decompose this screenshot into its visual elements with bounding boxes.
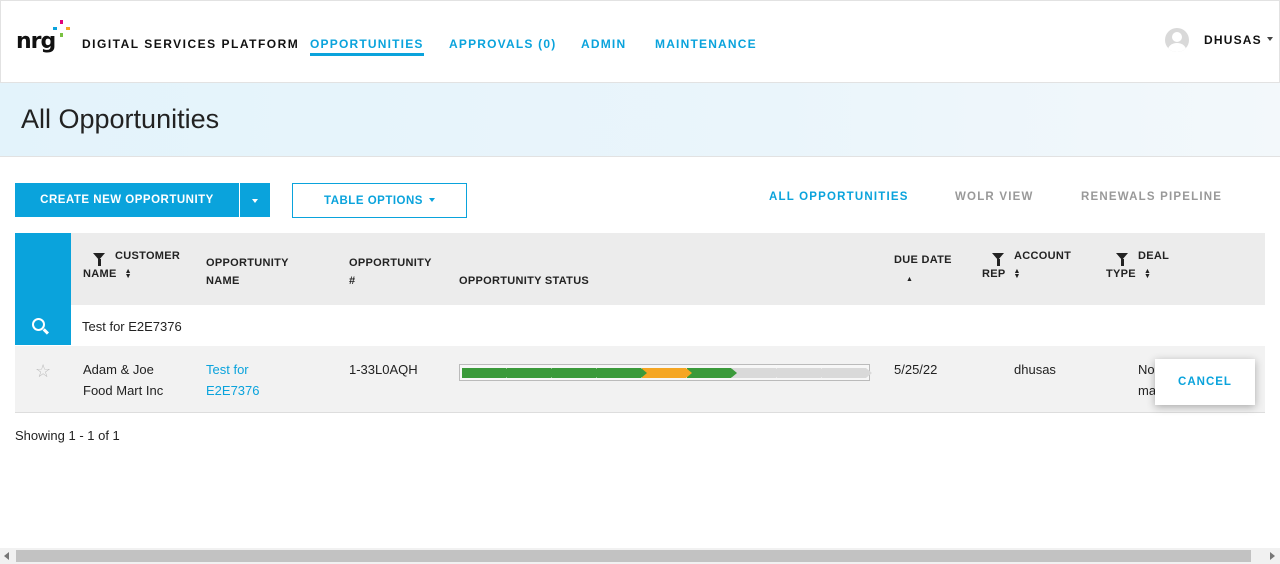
scroll-left-icon[interactable]	[4, 552, 9, 560]
column-opportunity-status[interactable]: OPPORTUNITY STATUS	[459, 272, 589, 290]
account-rep-cell: dhusas	[1014, 362, 1056, 377]
platform-name: DIGITAL SERVICES PLATFORM	[82, 37, 300, 51]
table-options-button[interactable]: TABLE OPTIONS	[292, 183, 467, 218]
deal-type-cell: No ma	[1138, 362, 1157, 398]
sort-asc-icon[interactable]: ▲	[906, 276, 913, 283]
opportunity-number-cell: 1-33L0AQH	[349, 362, 418, 377]
user-menu-caret-icon[interactable]	[1267, 37, 1273, 41]
nrg-logo[interactable]: nrg	[16, 20, 76, 59]
status-stage-complete	[597, 368, 647, 378]
create-opportunity-dropdown-button[interactable]	[240, 183, 270, 217]
column-account-rep[interactable]: ACCOUNT REP ▲ ▼	[982, 247, 1071, 283]
caret-down-icon	[428, 197, 435, 202]
user-menu-label[interactable]: DHUSAS	[1204, 33, 1262, 47]
logo-text: nrg	[16, 29, 56, 54]
status-stage-pending	[777, 368, 827, 378]
search-filter-row[interactable]: Test for E2E7376	[71, 305, 1265, 345]
column-due-date[interactable]: DUE DATE ▲	[894, 251, 952, 289]
table-header	[15, 233, 1265, 305]
column-customer-name[interactable]: CUSTOMER NAME ▲ ▼	[83, 247, 180, 283]
horizontal-scrollbar[interactable]	[0, 548, 1280, 564]
status-stage-complete	[552, 368, 602, 378]
opportunity-status-bar	[459, 364, 872, 381]
scroll-right-icon[interactable]	[1270, 552, 1275, 560]
tab-renewals-pipeline[interactable]: RENEWALS PIPELINE	[1081, 191, 1222, 203]
filter-icon[interactable]	[992, 253, 1004, 266]
customer-name-cell: Adam & Joe Food Mart Inc	[83, 362, 164, 398]
scrollbar-thumb[interactable]	[16, 550, 1251, 562]
sort-icon[interactable]: ▲ ▼	[1144, 268, 1151, 280]
nav-admin[interactable]: ADMIN	[581, 37, 626, 51]
nav-maintenance[interactable]: MAINTENANCE	[655, 37, 757, 51]
status-stage-complete	[687, 368, 737, 378]
sort-icon[interactable]: ▲ ▼	[1014, 268, 1021, 280]
column-opportunity-number[interactable]: OPPORTUNITY #	[349, 254, 432, 290]
table-options-label: TABLE OPTIONS	[324, 194, 423, 207]
status-stage-complete	[462, 368, 512, 378]
tab-all-opportunities[interactable]: ALL OPPORTUNITIES	[769, 191, 909, 203]
cancel-button[interactable]: CANCEL	[1155, 359, 1255, 405]
search-input[interactable]: Test for E2E7376	[82, 319, 182, 334]
page-header: All Opportunities	[0, 83, 1280, 157]
tab-wolr-view[interactable]: WOLR VIEW	[955, 191, 1034, 203]
filter-icon[interactable]	[93, 253, 105, 266]
opportunity-name-link[interactable]: Test for E2E7376	[206, 359, 260, 401]
logo-plus-icon	[53, 20, 70, 37]
status-stage-current	[642, 368, 692, 378]
search-icon[interactable]	[32, 318, 45, 331]
page-title: All Opportunities	[21, 104, 220, 134]
due-date-cell: 5/25/22	[894, 362, 938, 377]
filter-icon[interactable]	[1116, 253, 1128, 266]
favorite-star-icon[interactable]: ☆	[35, 361, 51, 382]
avatar[interactable]	[1165, 28, 1189, 52]
nav-approvals[interactable]: APPROVALS (0)	[449, 37, 556, 51]
column-deal-type[interactable]: DEAL TYPE ▲ ▼	[1106, 247, 1169, 283]
status-stage-pending	[822, 368, 872, 378]
caret-down-icon	[252, 199, 258, 203]
status-stage-pending	[732, 368, 782, 378]
create-opportunity-button[interactable]: CREATE NEW OPPORTUNITY	[15, 183, 239, 217]
status-stage-complete	[507, 368, 557, 378]
nav-opportunities[interactable]: OPPORTUNITIES	[310, 37, 424, 56]
column-opportunity-name[interactable]: OPPORTUNITY NAME	[206, 254, 289, 290]
sort-icon[interactable]: ▲ ▼	[125, 268, 132, 280]
pagination-summary: Showing 1 - 1 of 1	[15, 428, 120, 443]
